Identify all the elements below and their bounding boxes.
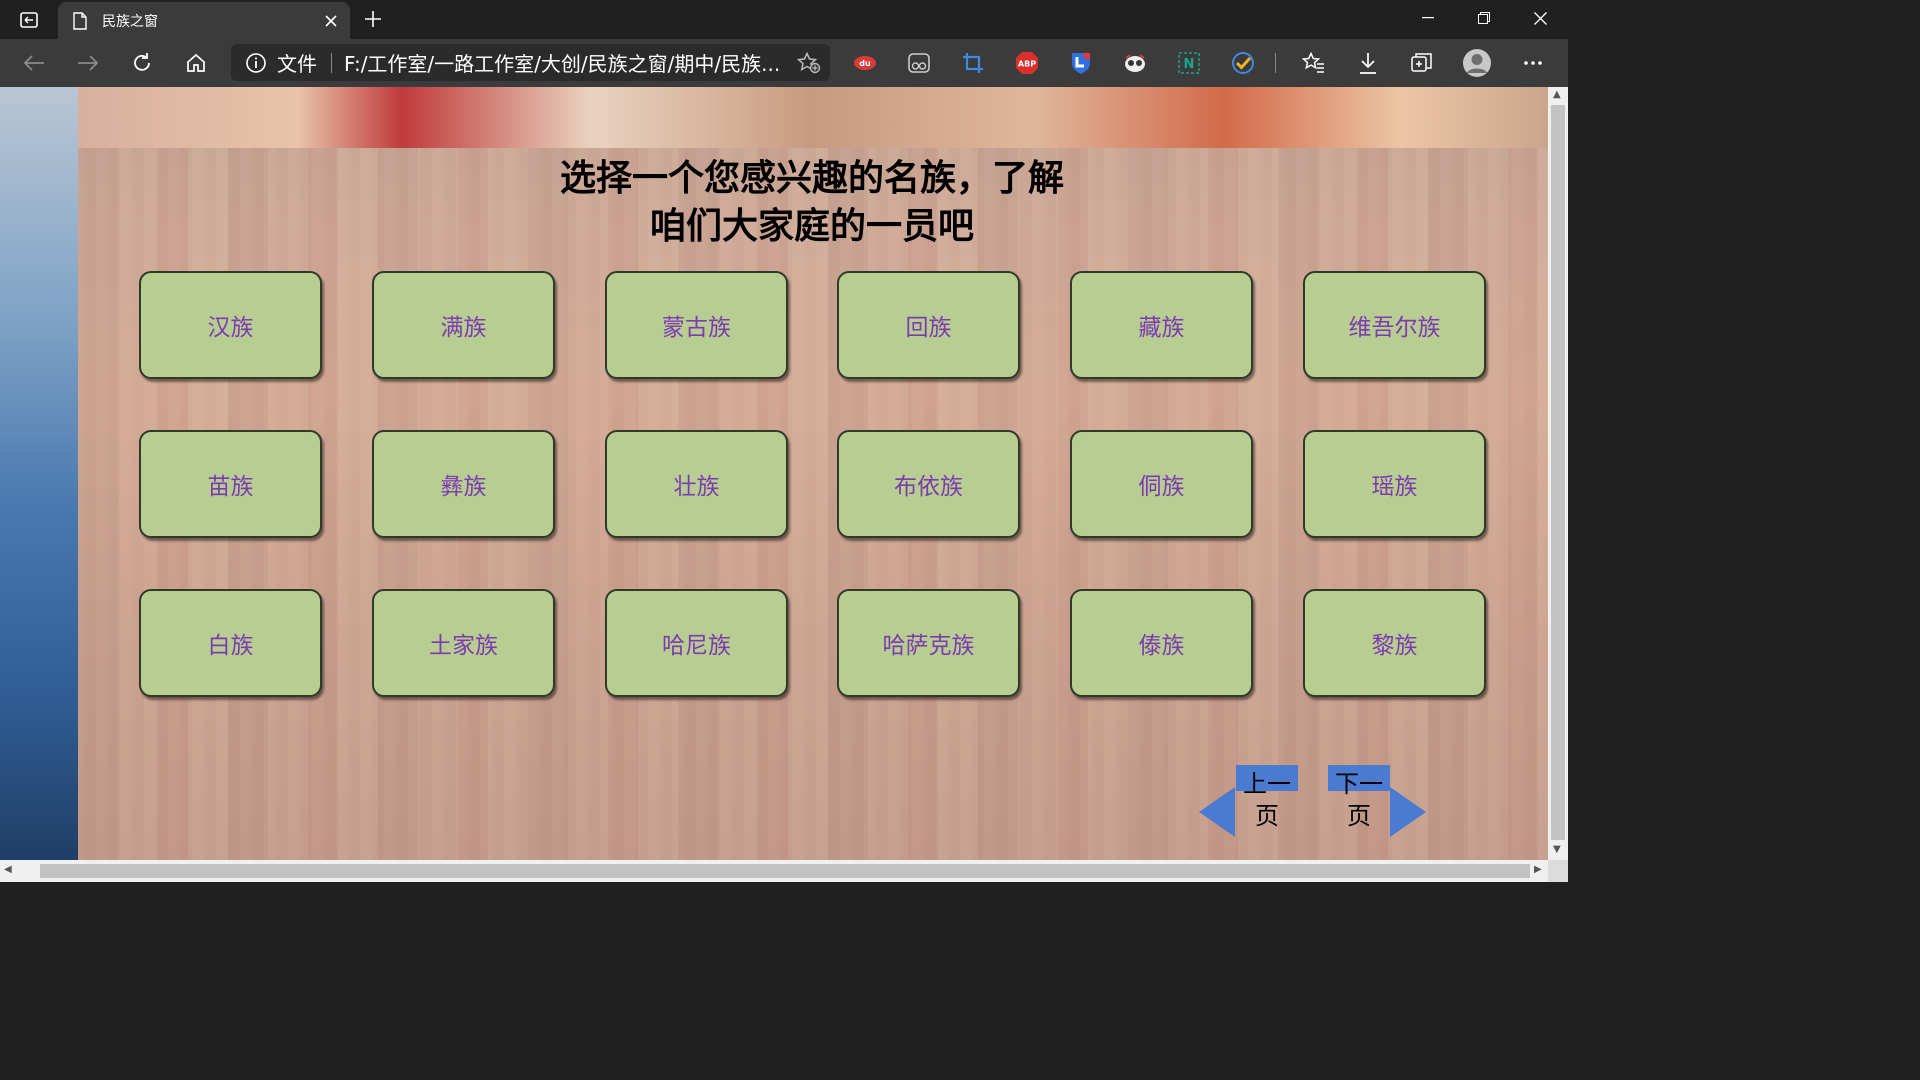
heading-line-1: 选择一个您感兴趣的名族，了解 <box>559 158 1064 199</box>
ethnic-button-dai[interactable]: 傣族 <box>1070 589 1253 697</box>
back-arrow-icon[interactable] <box>16 47 52 79</box>
address-scheme-label: 文件 <box>277 52 317 76</box>
favorites-icon[interactable] <box>1296 47 1332 79</box>
next-page-label-1[interactable]: 下一 <box>1329 767 1389 801</box>
scroll-left-icon[interactable]: ◀ <box>4 864 12 875</box>
heading-line-2: 咱们大家庭的一员吧 <box>649 206 974 247</box>
next-arrow-icon[interactable] <box>1390 787 1426 837</box>
scroll-right-icon[interactable]: ▶ <box>1534 864 1542 875</box>
ethnic-button-hui[interactable]: 回族 <box>837 271 1020 379</box>
horizontal-scrollbar[interactable]: ◀ ▶ <box>0 860 1548 882</box>
svg-text:ABP: ABP <box>1018 60 1036 69</box>
ethnic-button-uyghur[interactable]: 维吾尔族 <box>1303 271 1486 379</box>
ethnic-button-han[interactable]: 汉族 <box>139 271 322 379</box>
window-close-icon[interactable] <box>1512 0 1568 36</box>
collections-icon[interactable] <box>1404 47 1440 79</box>
prev-arrow-icon[interactable] <box>1199 787 1235 837</box>
svg-text:N: N <box>1184 57 1195 72</box>
shield-extension-icon[interactable] <box>1068 50 1094 76</box>
ethnic-button-kazakh[interactable]: 哈萨克族 <box>837 589 1020 697</box>
ethnic-button-mongol[interactable]: 蒙古族 <box>605 271 788 379</box>
svg-text:du: du <box>859 59 871 68</box>
restore-icon[interactable] <box>1456 0 1512 36</box>
ethnic-button-zhuang[interactable]: 壮族 <box>605 430 788 538</box>
toolbar-divider <box>1275 53 1276 73</box>
du-extension-icon[interactable]: du <box>852 50 878 76</box>
prev-page-label-2[interactable]: 页 <box>1237 799 1297 833</box>
notion-extension-icon[interactable]: N <box>1176 50 1202 76</box>
ethnic-button-buyi[interactable]: 布依族 <box>837 430 1020 538</box>
page-viewport: 选择一个您感兴趣的名族，了解 咱们大家庭的一员吧 汉族 满族 蒙古族 回族 藏族… <box>0 87 1548 860</box>
next-page-label-2[interactable]: 页 <box>1329 799 1389 833</box>
address-separator <box>331 52 332 73</box>
check-extension-icon[interactable] <box>1230 50 1256 76</box>
add-favorite-icon[interactable] <box>792 48 826 78</box>
ethnic-button-hani[interactable]: 哈尼族 <box>605 589 788 697</box>
refresh-icon[interactable] <box>124 47 160 79</box>
scroll-up-icon[interactable]: ▲ <box>1553 89 1561 100</box>
browser-tab[interactable]: 民族之窗 <box>58 2 350 39</box>
home-icon[interactable] <box>178 47 214 79</box>
prev-page-label-1[interactable]: 上一 <box>1237 767 1297 801</box>
ethnic-button-manchu[interactable]: 满族 <box>372 271 555 379</box>
vertical-scroll-thumb[interactable] <box>1551 105 1565 840</box>
document-icon <box>73 11 87 30</box>
scroll-down-icon[interactable]: ▼ <box>1553 844 1561 855</box>
info-icon[interactable] <box>245 52 267 74</box>
adblock-extension-icon[interactable]: ABP <box>1014 50 1040 76</box>
ethnic-button-tujia[interactable]: 土家族 <box>372 589 555 697</box>
ethnic-button-miao[interactable]: 苗族 <box>139 430 322 538</box>
ethnic-button-dong[interactable]: 侗族 <box>1070 430 1253 538</box>
background-photo-top <box>78 87 1548 148</box>
scrollbar-corner <box>1548 860 1568 882</box>
tab-close-icon[interactable] <box>316 6 346 36</box>
new-tab-button[interactable] <box>356 4 390 34</box>
background-photo-left <box>0 87 78 860</box>
crop-extension-icon[interactable] <box>960 50 986 76</box>
ethnic-button-tibetan[interactable]: 藏族 <box>1070 271 1253 379</box>
profile-avatar-icon[interactable] <box>1459 47 1495 79</box>
browser-toolbar: 文件 F:/工作室/一路工作室/大创/民族之窗/期中/民族... du ABP … <box>0 39 1568 87</box>
page-heading: 选择一个您感兴趣的名族，了解 咱们大家庭的一员吧 <box>430 155 1194 251</box>
tab-title: 民族之窗 <box>102 13 158 30</box>
ethnic-button-bai[interactable]: 白族 <box>139 589 322 697</box>
vertical-scrollbar[interactable]: ▲ ▼ <box>1548 87 1568 860</box>
forward-arrow-icon[interactable] <box>70 47 106 79</box>
minimize-icon[interactable] <box>1400 0 1456 36</box>
reader-extension-icon[interactable] <box>906 50 932 76</box>
ghost-extension-icon[interactable] <box>1122 50 1148 76</box>
download-icon[interactable] <box>1350 47 1386 79</box>
horizontal-scroll-thumb[interactable] <box>40 864 1530 878</box>
address-bar[interactable]: 文件 F:/工作室/一路工作室/大创/民族之窗/期中/民族... <box>231 44 830 81</box>
browser-titlebar: 民族之窗 <box>0 0 1568 39</box>
ethnic-button-yi[interactable]: 彝族 <box>372 430 555 538</box>
tab-actions-icon[interactable] <box>8 6 50 34</box>
ethnic-button-li[interactable]: 黎族 <box>1303 589 1486 697</box>
address-url[interactable]: F:/工作室/一路工作室/大创/民族之窗/期中/民族... <box>344 48 792 77</box>
ethnic-button-yao[interactable]: 瑶族 <box>1303 430 1486 538</box>
more-menu-icon[interactable] <box>1515 47 1551 79</box>
